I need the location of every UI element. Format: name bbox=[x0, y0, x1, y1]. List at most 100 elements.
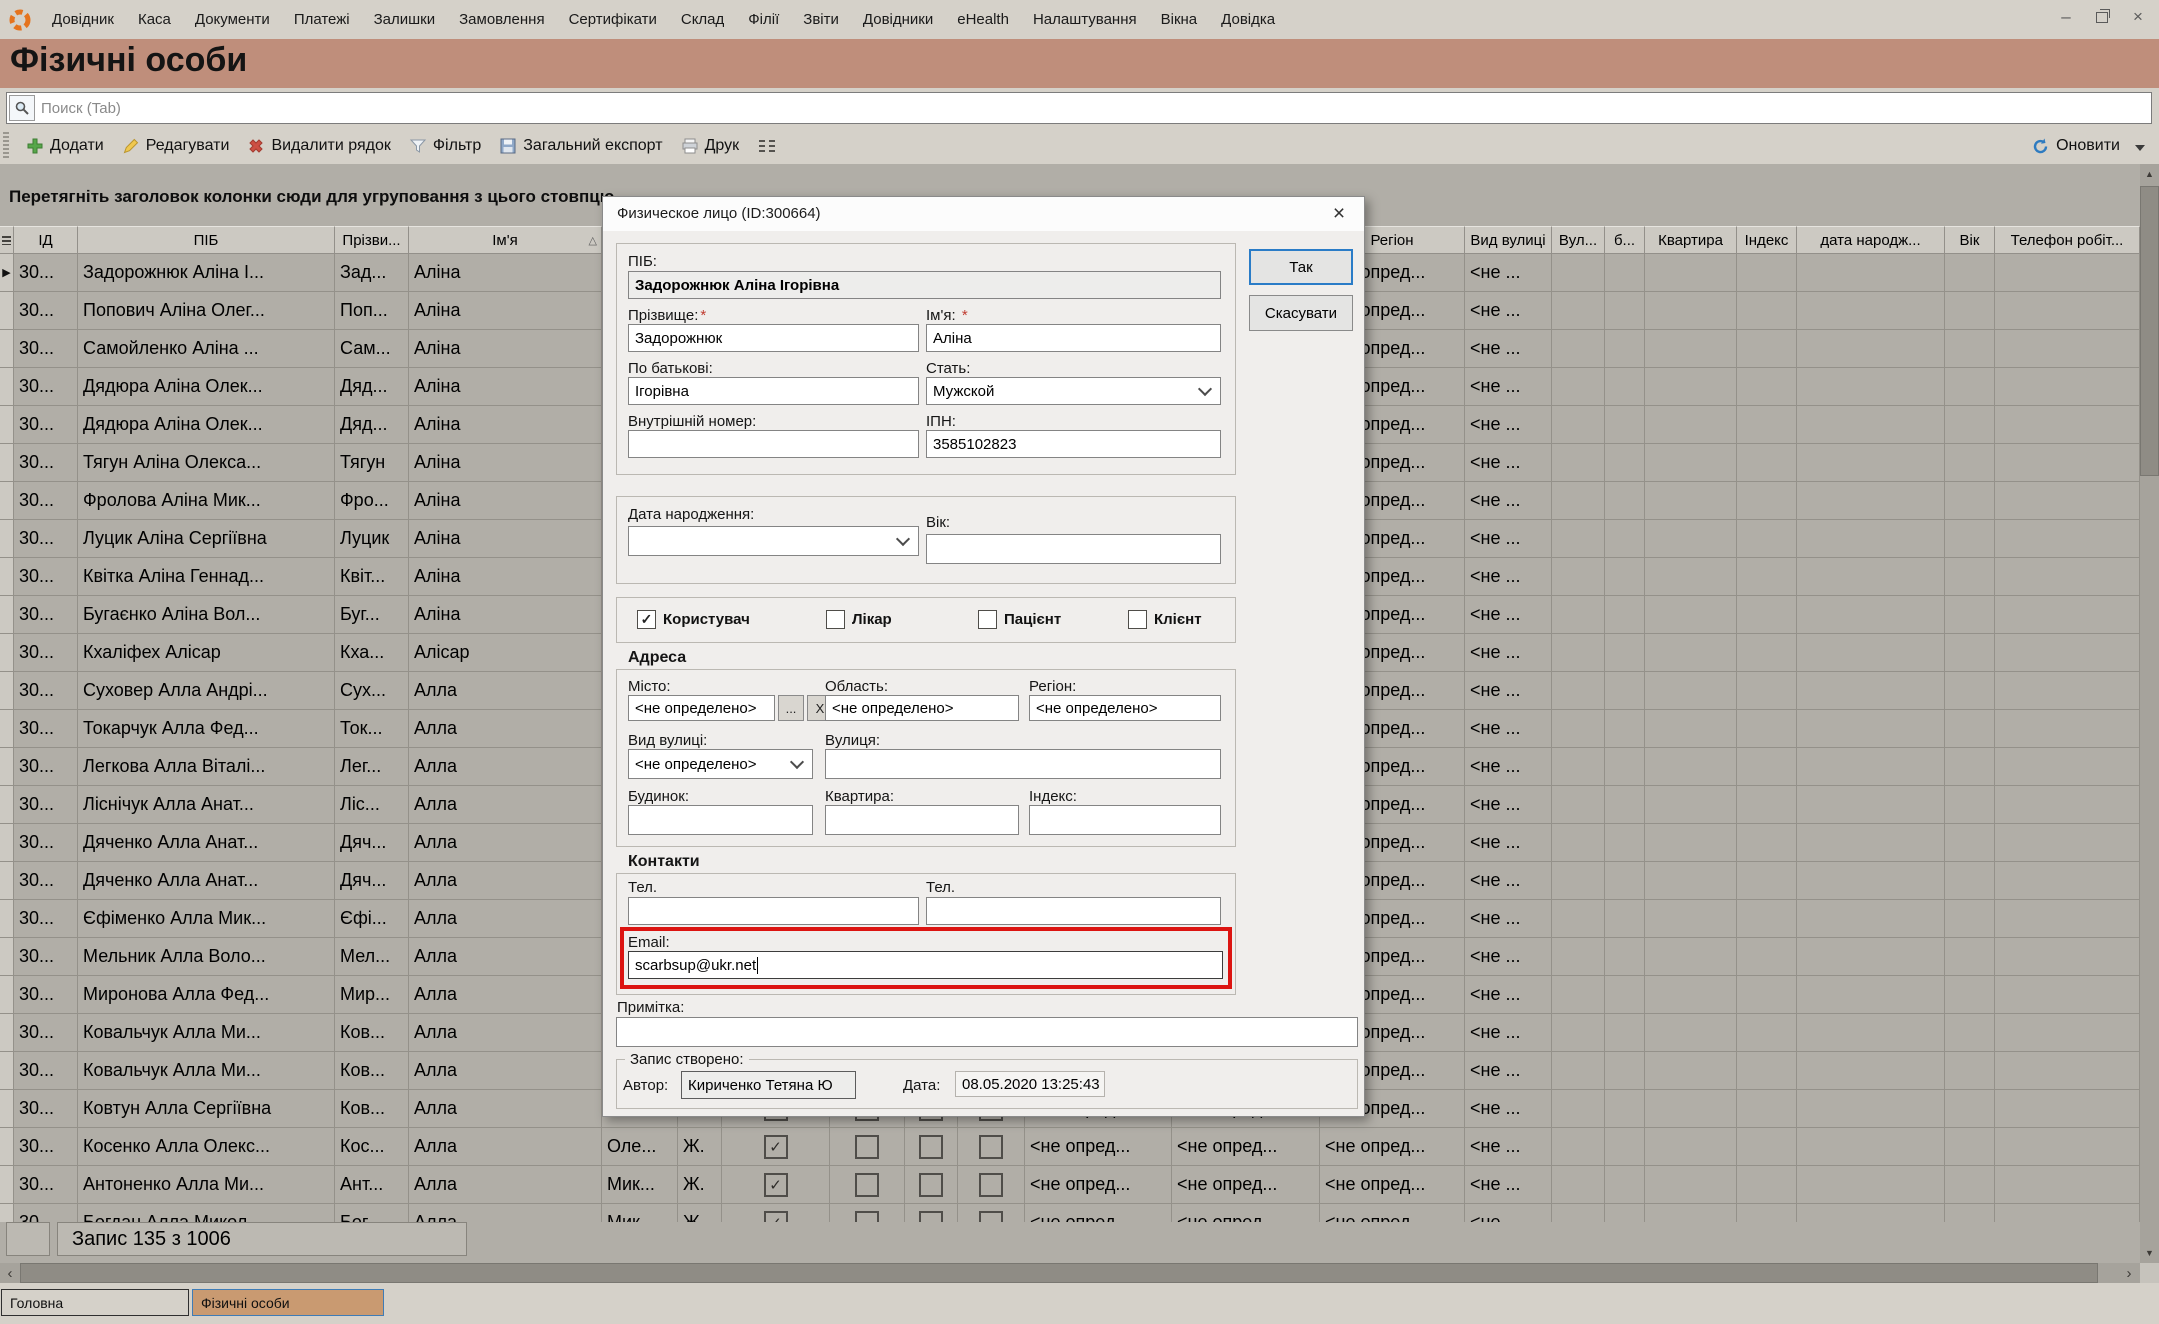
menu-item[interactable]: Звіти bbox=[791, 0, 851, 39]
delete-row-button[interactable]: Видалити рядок bbox=[238, 137, 399, 155]
search-input[interactable]: Поиск (Tab) bbox=[6, 92, 2152, 124]
table-row[interactable]: 30...Богдан Алла Микол...Бог...АллаМик..… bbox=[0, 1204, 2140, 1222]
scroll-right-button[interactable]: › bbox=[2118, 1263, 2140, 1283]
column-header[interactable]: ПІБ bbox=[78, 226, 335, 254]
column-header[interactable]: дата народж... bbox=[1797, 226, 1945, 254]
menu-item[interactable]: Замовлення bbox=[447, 0, 556, 39]
building-field[interactable] bbox=[628, 805, 813, 835]
menu-item[interactable]: Каса bbox=[126, 0, 183, 39]
column-header[interactable]: б... bbox=[1605, 226, 1645, 254]
menu-item[interactable]: Платежі bbox=[282, 0, 362, 39]
cell-id: 30... bbox=[14, 330, 78, 368]
app-logo-icon bbox=[8, 8, 32, 32]
cell-vik bbox=[1945, 444, 1995, 482]
role-checkbox-4[interactable]: Клієнт bbox=[1128, 610, 1202, 629]
column-header[interactable]: Телефон робіт... bbox=[1995, 226, 2140, 254]
horizontal-scrollbar[interactable]: ‹ › bbox=[0, 1263, 2140, 1283]
birth-date-select[interactable] bbox=[628, 526, 919, 556]
menu-item[interactable]: Сертифікати bbox=[557, 0, 669, 39]
column-chooser-header[interactable] bbox=[0, 226, 14, 254]
scroll-up-button[interactable]: ▲ bbox=[2140, 164, 2159, 184]
toolbar-grip[interactable] bbox=[3, 132, 9, 160]
menu-item[interactable]: Вікна bbox=[1149, 0, 1210, 39]
column-header[interactable]: Квартира bbox=[1645, 226, 1737, 254]
scroll-down-button[interactable]: ▼ bbox=[2140, 1243, 2159, 1263]
street-field[interactable] bbox=[825, 749, 1221, 779]
add-button[interactable]: Додати bbox=[17, 137, 113, 155]
patronymic-field[interactable]: Ігорівна bbox=[628, 377, 919, 405]
column-header[interactable]: Ім'я△ bbox=[409, 226, 602, 254]
phone2-field[interactable] bbox=[926, 897, 1221, 925]
dialog-close-button[interactable]: × bbox=[1326, 201, 1352, 227]
cell-vul bbox=[1552, 824, 1605, 862]
region-field[interactable]: <не определено> bbox=[1029, 695, 1221, 721]
column-header[interactable]: ІД bbox=[14, 226, 78, 254]
cell-id: 30... bbox=[14, 1204, 78, 1222]
cell-tel bbox=[1995, 482, 2140, 520]
tab-persons[interactable]: Фізичні особи bbox=[192, 1289, 384, 1316]
column-header[interactable]: Вул... bbox=[1552, 226, 1605, 254]
column-header[interactable]: Вид вулиці bbox=[1465, 226, 1552, 254]
age-field[interactable] bbox=[926, 534, 1221, 564]
cell-dn bbox=[1797, 444, 1945, 482]
minimize-button[interactable]: – bbox=[2051, 4, 2081, 30]
cell-id: 30... bbox=[14, 444, 78, 482]
city-field[interactable]: <не определено> bbox=[628, 695, 775, 721]
column-header[interactable]: Індекс bbox=[1737, 226, 1797, 254]
oblast-field[interactable]: <не определено> bbox=[825, 695, 1019, 721]
row-indicator: ▶ bbox=[0, 254, 14, 292]
column-header[interactable]: Вік bbox=[1945, 226, 1995, 254]
columns-button[interactable] bbox=[748, 138, 786, 154]
name-field[interactable]: Аліна bbox=[926, 324, 1221, 352]
refresh-button[interactable]: Оновити bbox=[2022, 128, 2129, 164]
cell-vik bbox=[1945, 1204, 1995, 1222]
cell-priz: Луцик bbox=[335, 520, 409, 558]
city-browse-button[interactable]: ... bbox=[778, 695, 804, 721]
email-field[interactable]: scarbsup@ukr.net bbox=[628, 951, 1223, 979]
cell-im: Алла bbox=[409, 1128, 602, 1166]
sex-select[interactable]: Мужской bbox=[926, 377, 1221, 405]
cell-vyd: <не ... bbox=[1465, 330, 1552, 368]
street-type-select[interactable]: <не определено> bbox=[628, 749, 813, 779]
filter-button[interactable]: Фільтр bbox=[400, 137, 490, 155]
role-checkbox-1[interactable]: ✓Користувач bbox=[637, 610, 750, 629]
menu-item[interactable]: Залишки bbox=[362, 0, 448, 39]
ok-button[interactable]: Так bbox=[1249, 249, 1353, 285]
phone1-field[interactable] bbox=[628, 897, 919, 925]
apartment-field[interactable] bbox=[825, 805, 1019, 835]
menu-item[interactable]: Налаштування bbox=[1021, 0, 1149, 39]
note-field[interactable] bbox=[616, 1017, 1358, 1047]
vertical-scroll-thumb[interactable] bbox=[2140, 186, 2159, 476]
table-row[interactable]: 30...Косенко Алла Олекс...Кос...АллаОле.… bbox=[0, 1128, 2140, 1166]
window-controls: – × bbox=[2051, 4, 2153, 30]
menu-item[interactable]: Документи bbox=[183, 0, 282, 39]
menu-item[interactable]: Довідник bbox=[40, 0, 126, 39]
role-checkbox-3[interactable]: Пацієнт bbox=[978, 610, 1061, 629]
postal-index-field[interactable] bbox=[1029, 805, 1221, 835]
chevron-down-icon bbox=[790, 755, 804, 769]
restore-button[interactable] bbox=[2087, 4, 2117, 30]
internal-number-field[interactable] bbox=[628, 430, 919, 458]
surname-field[interactable]: Задорожнюк bbox=[628, 324, 919, 352]
menu-item[interactable]: Довідка bbox=[1209, 0, 1287, 39]
edit-button[interactable]: Редагувати bbox=[113, 137, 239, 155]
menu-item[interactable]: Склад bbox=[669, 0, 736, 39]
role-label: Пацієнт bbox=[1004, 611, 1061, 628]
table-row[interactable]: 30...Антоненко Алла Ми...Ант...АллаМик..… bbox=[0, 1166, 2140, 1204]
scroll-left-button[interactable]: ‹ bbox=[0, 1263, 20, 1283]
role-checkbox-2[interactable]: Лікар bbox=[826, 610, 892, 629]
export-button[interactable]: Загальний експорт bbox=[490, 137, 671, 155]
cell-b bbox=[1605, 596, 1645, 634]
menu-item[interactable]: Філії bbox=[736, 0, 791, 39]
menu-item[interactable]: eHealth bbox=[945, 0, 1021, 39]
close-button[interactable]: × bbox=[2123, 4, 2153, 30]
inn-field[interactable]: 3585102823 bbox=[926, 430, 1221, 458]
horizontal-scroll-thumb[interactable] bbox=[20, 1263, 2098, 1283]
vertical-scrollbar[interactable]: ▲ ▼ bbox=[2140, 164, 2159, 1263]
refresh-dropdown-caret[interactable] bbox=[2135, 145, 2145, 151]
column-header[interactable]: Прізви... bbox=[335, 226, 409, 254]
print-button[interactable]: Друк bbox=[672, 137, 749, 155]
cancel-button[interactable]: Скасувати bbox=[1249, 295, 1353, 331]
tab-main[interactable]: Головна bbox=[1, 1289, 189, 1316]
menu-item[interactable]: Довідники bbox=[851, 0, 945, 39]
